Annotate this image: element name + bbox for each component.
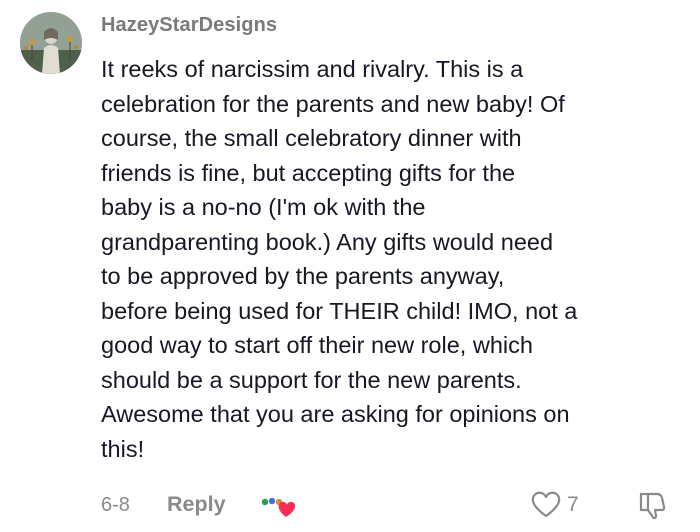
comment-date: 6-8 bbox=[101, 494, 130, 516]
username[interactable]: HazeyStarDesigns bbox=[101, 14, 277, 37]
comment-item: HazeyStarDesigns It reeks of narcissim a… bbox=[0, 0, 700, 532]
comment-text: It reeks of narcissim and rivalry. This … bbox=[101, 56, 578, 462]
thumbs-down-icon bbox=[639, 492, 666, 520]
creator-reaction-icon[interactable] bbox=[261, 494, 297, 520]
comment-footer: 6-8 Reply 7 bbox=[101, 488, 691, 524]
heart-outline-icon bbox=[531, 491, 561, 518]
like-button[interactable]: 7 bbox=[531, 490, 579, 520]
dislike-button[interactable] bbox=[637, 490, 671, 520]
avatar-image bbox=[20, 12, 82, 74]
avatar[interactable] bbox=[20, 12, 82, 74]
like-count: 7 bbox=[567, 493, 579, 516]
reply-button[interactable]: Reply bbox=[167, 492, 226, 517]
